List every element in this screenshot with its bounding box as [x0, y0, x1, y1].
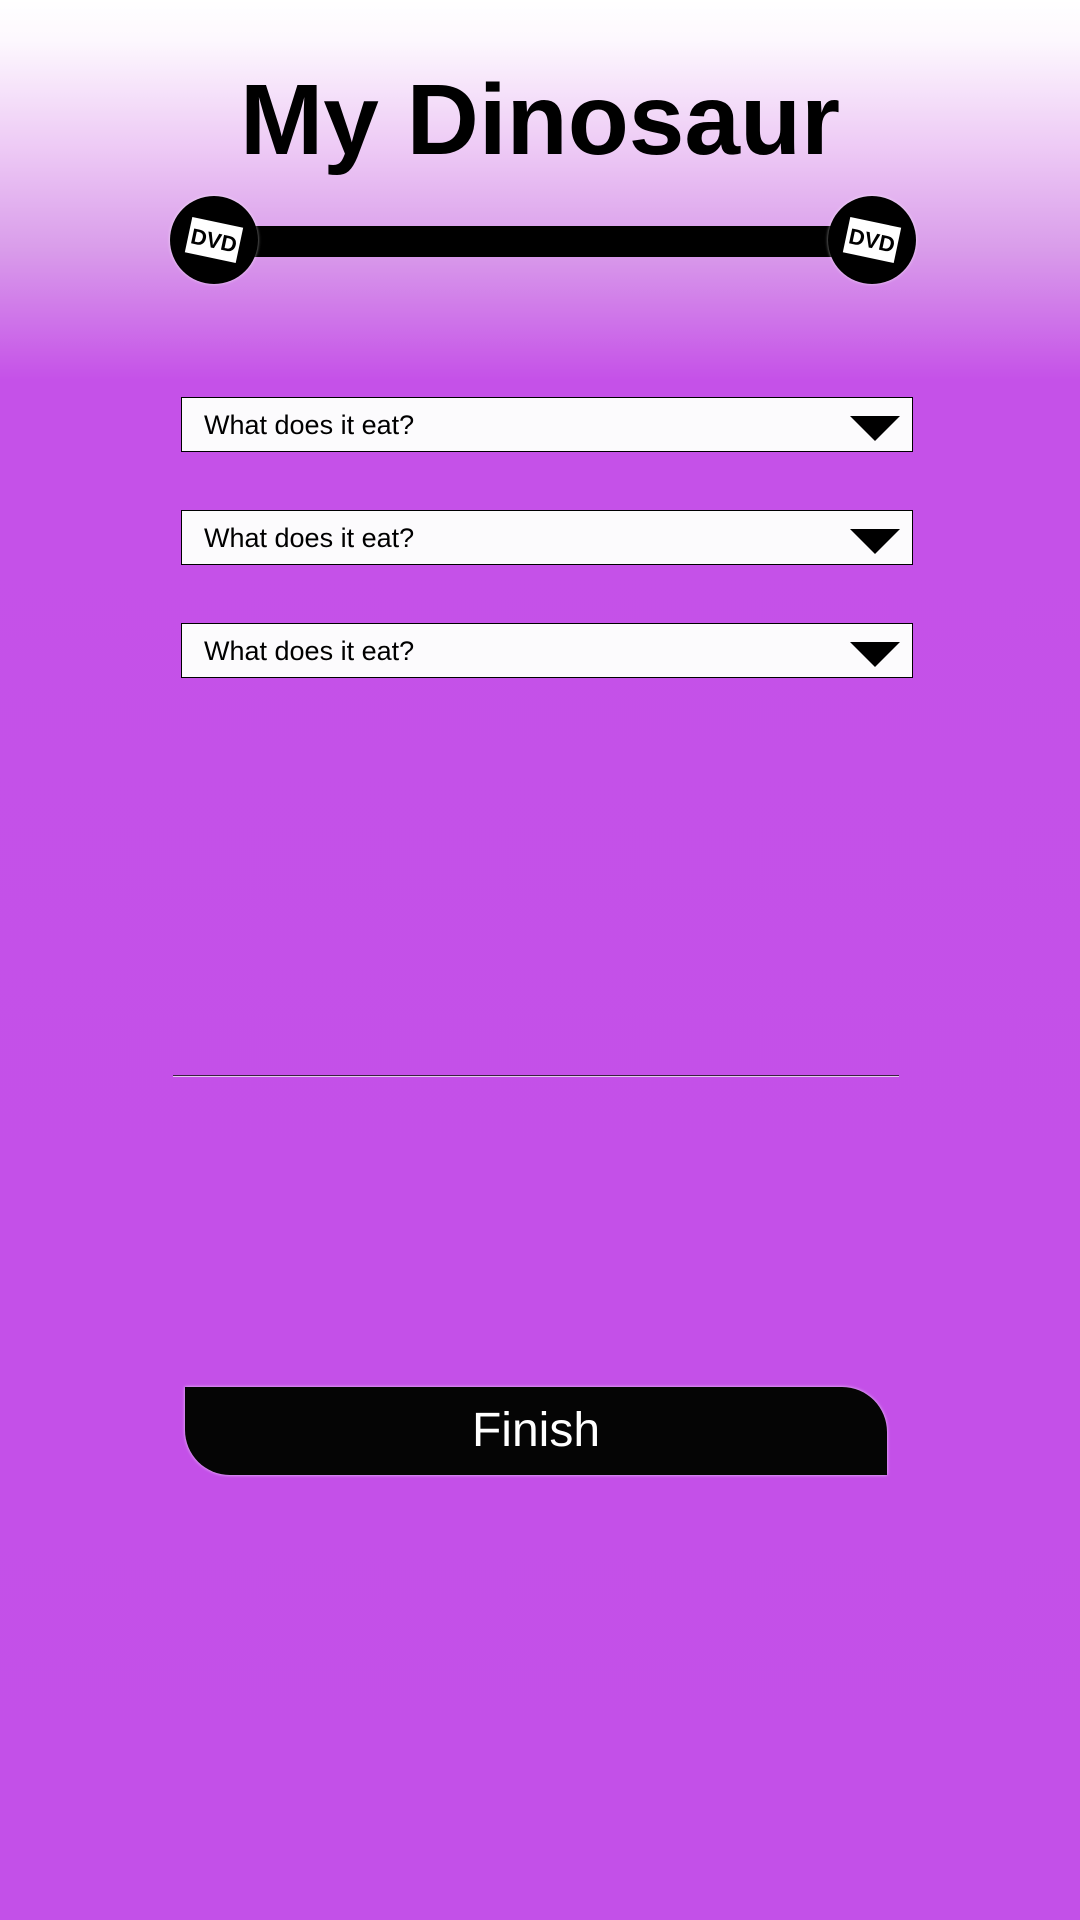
dropdown-placeholder: What does it eat?: [204, 410, 415, 440]
dvd-logo-icon: DVD: [842, 216, 902, 264]
dropdown-placeholder: What does it eat?: [204, 523, 415, 553]
page-title: My Dinosaur: [239, 64, 841, 176]
slider-right-handle[interactable]: DVD: [828, 196, 916, 284]
chevron-down-icon: [850, 642, 900, 667]
slider-left-handle[interactable]: DVD: [170, 196, 258, 284]
food-dropdown-1[interactable]: What does it eat?: [181, 397, 913, 452]
dropdown-placeholder: What does it eat?: [204, 636, 415, 666]
slider-track[interactable]: [215, 226, 870, 257]
divider: [173, 1075, 899, 1077]
chevron-down-icon: [850, 529, 900, 554]
food-dropdown-2[interactable]: What does it eat?: [181, 510, 913, 565]
chevron-down-icon: [850, 416, 900, 441]
finish-button[interactable]: Finish: [185, 1387, 887, 1475]
dvd-logo-icon: DVD: [184, 216, 244, 264]
food-dropdown-3[interactable]: What does it eat?: [181, 623, 913, 678]
